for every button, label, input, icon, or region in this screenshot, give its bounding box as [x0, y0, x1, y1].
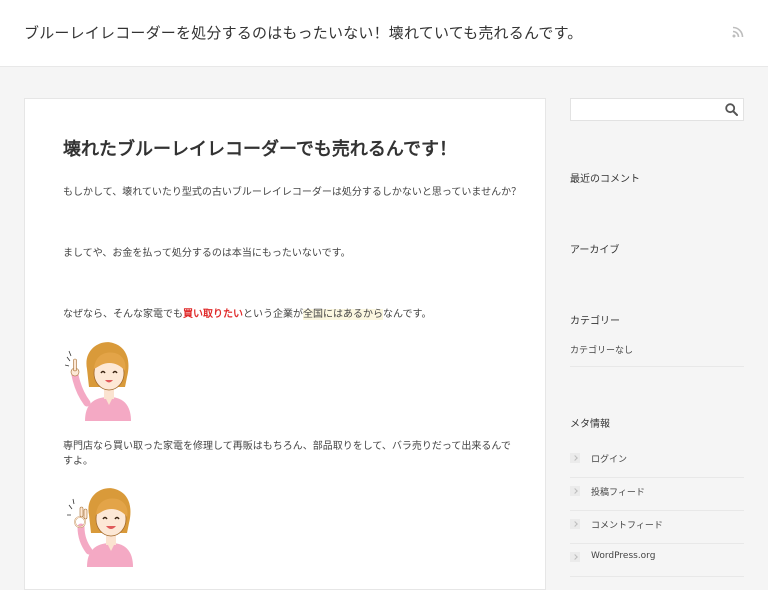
recent-comments-title: 最近のコメント	[570, 174, 640, 185]
meta-item-label[interactable]: WordPress.org	[591, 551, 655, 561]
meta-item-label[interactable]: コメントフィード	[591, 518, 663, 531]
meta-item-label[interactable]: ログイン	[591, 452, 627, 465]
highlighted-text: 全国にはあるから	[303, 309, 383, 320]
post-paragraph-3: なぜなら、そんな家電でも買い取りたいという企業が全国にはあるからなんです。	[63, 307, 432, 322]
chevron-right-icon	[570, 552, 580, 562]
search-input[interactable]	[571, 99, 717, 120]
post-title: 壊れたブルーレイレコーダーでも売れるんです！	[63, 139, 458, 160]
meta-title: メタ情報	[570, 419, 610, 430]
rss-icon[interactable]	[732, 26, 744, 38]
category-empty-item: カテゴリーなし	[570, 343, 744, 367]
text-segment: なんです。	[383, 309, 432, 320]
meta-item-label[interactable]: 投稿フィード	[591, 485, 645, 498]
meta-item-comments-feed[interactable]: コメントフィード	[570, 510, 744, 544]
archive-title: アーカイブ	[570, 245, 620, 256]
search-form	[570, 98, 744, 121]
woman-ok-sign-illustration	[67, 488, 133, 567]
meta-item-login[interactable]: ログイン	[570, 444, 744, 478]
text-segment: なぜなら、そんな家電でも	[63, 309, 183, 320]
chevron-right-icon	[570, 486, 580, 496]
text-segment: という企業が	[243, 309, 303, 320]
post-paragraph-2: ましてや、お金を払って処分するのは本当にもったいないです。	[63, 248, 351, 259]
category-title: カテゴリー	[570, 316, 620, 327]
woman-pointing-illustration	[65, 342, 131, 421]
site-header: ブルーレイレコーダーを処分するのはもったいない！壊れていても売れるんです。	[0, 0, 768, 67]
meta-item-entries-feed[interactable]: 投稿フィード	[570, 477, 744, 511]
site-title[interactable]: ブルーレイレコーダーを処分するのはもったいない！壊れていても売れるんです。	[24, 22, 583, 43]
post-article: 壊れたブルーレイレコーダーでも売れるんです！ もしかして、壊れていたり型式の古い…	[24, 98, 546, 590]
meta-item-wordpress-org[interactable]: WordPress.org	[570, 543, 744, 577]
post-paragraph-1: もしかして、壊れていたり型式の古いブルーレイレコーダーは処分するしかないと思って…	[63, 187, 522, 198]
chevron-right-icon	[570, 453, 580, 463]
post-paragraph-4: 専門店なら買い取った家電を修理して再販はもちろん、部品取りをして、バラ売りだって…	[63, 441, 511, 467]
emphasis-red: 買い取りたい	[183, 309, 243, 320]
chevron-right-icon	[570, 519, 580, 529]
search-icon[interactable]	[725, 103, 738, 116]
